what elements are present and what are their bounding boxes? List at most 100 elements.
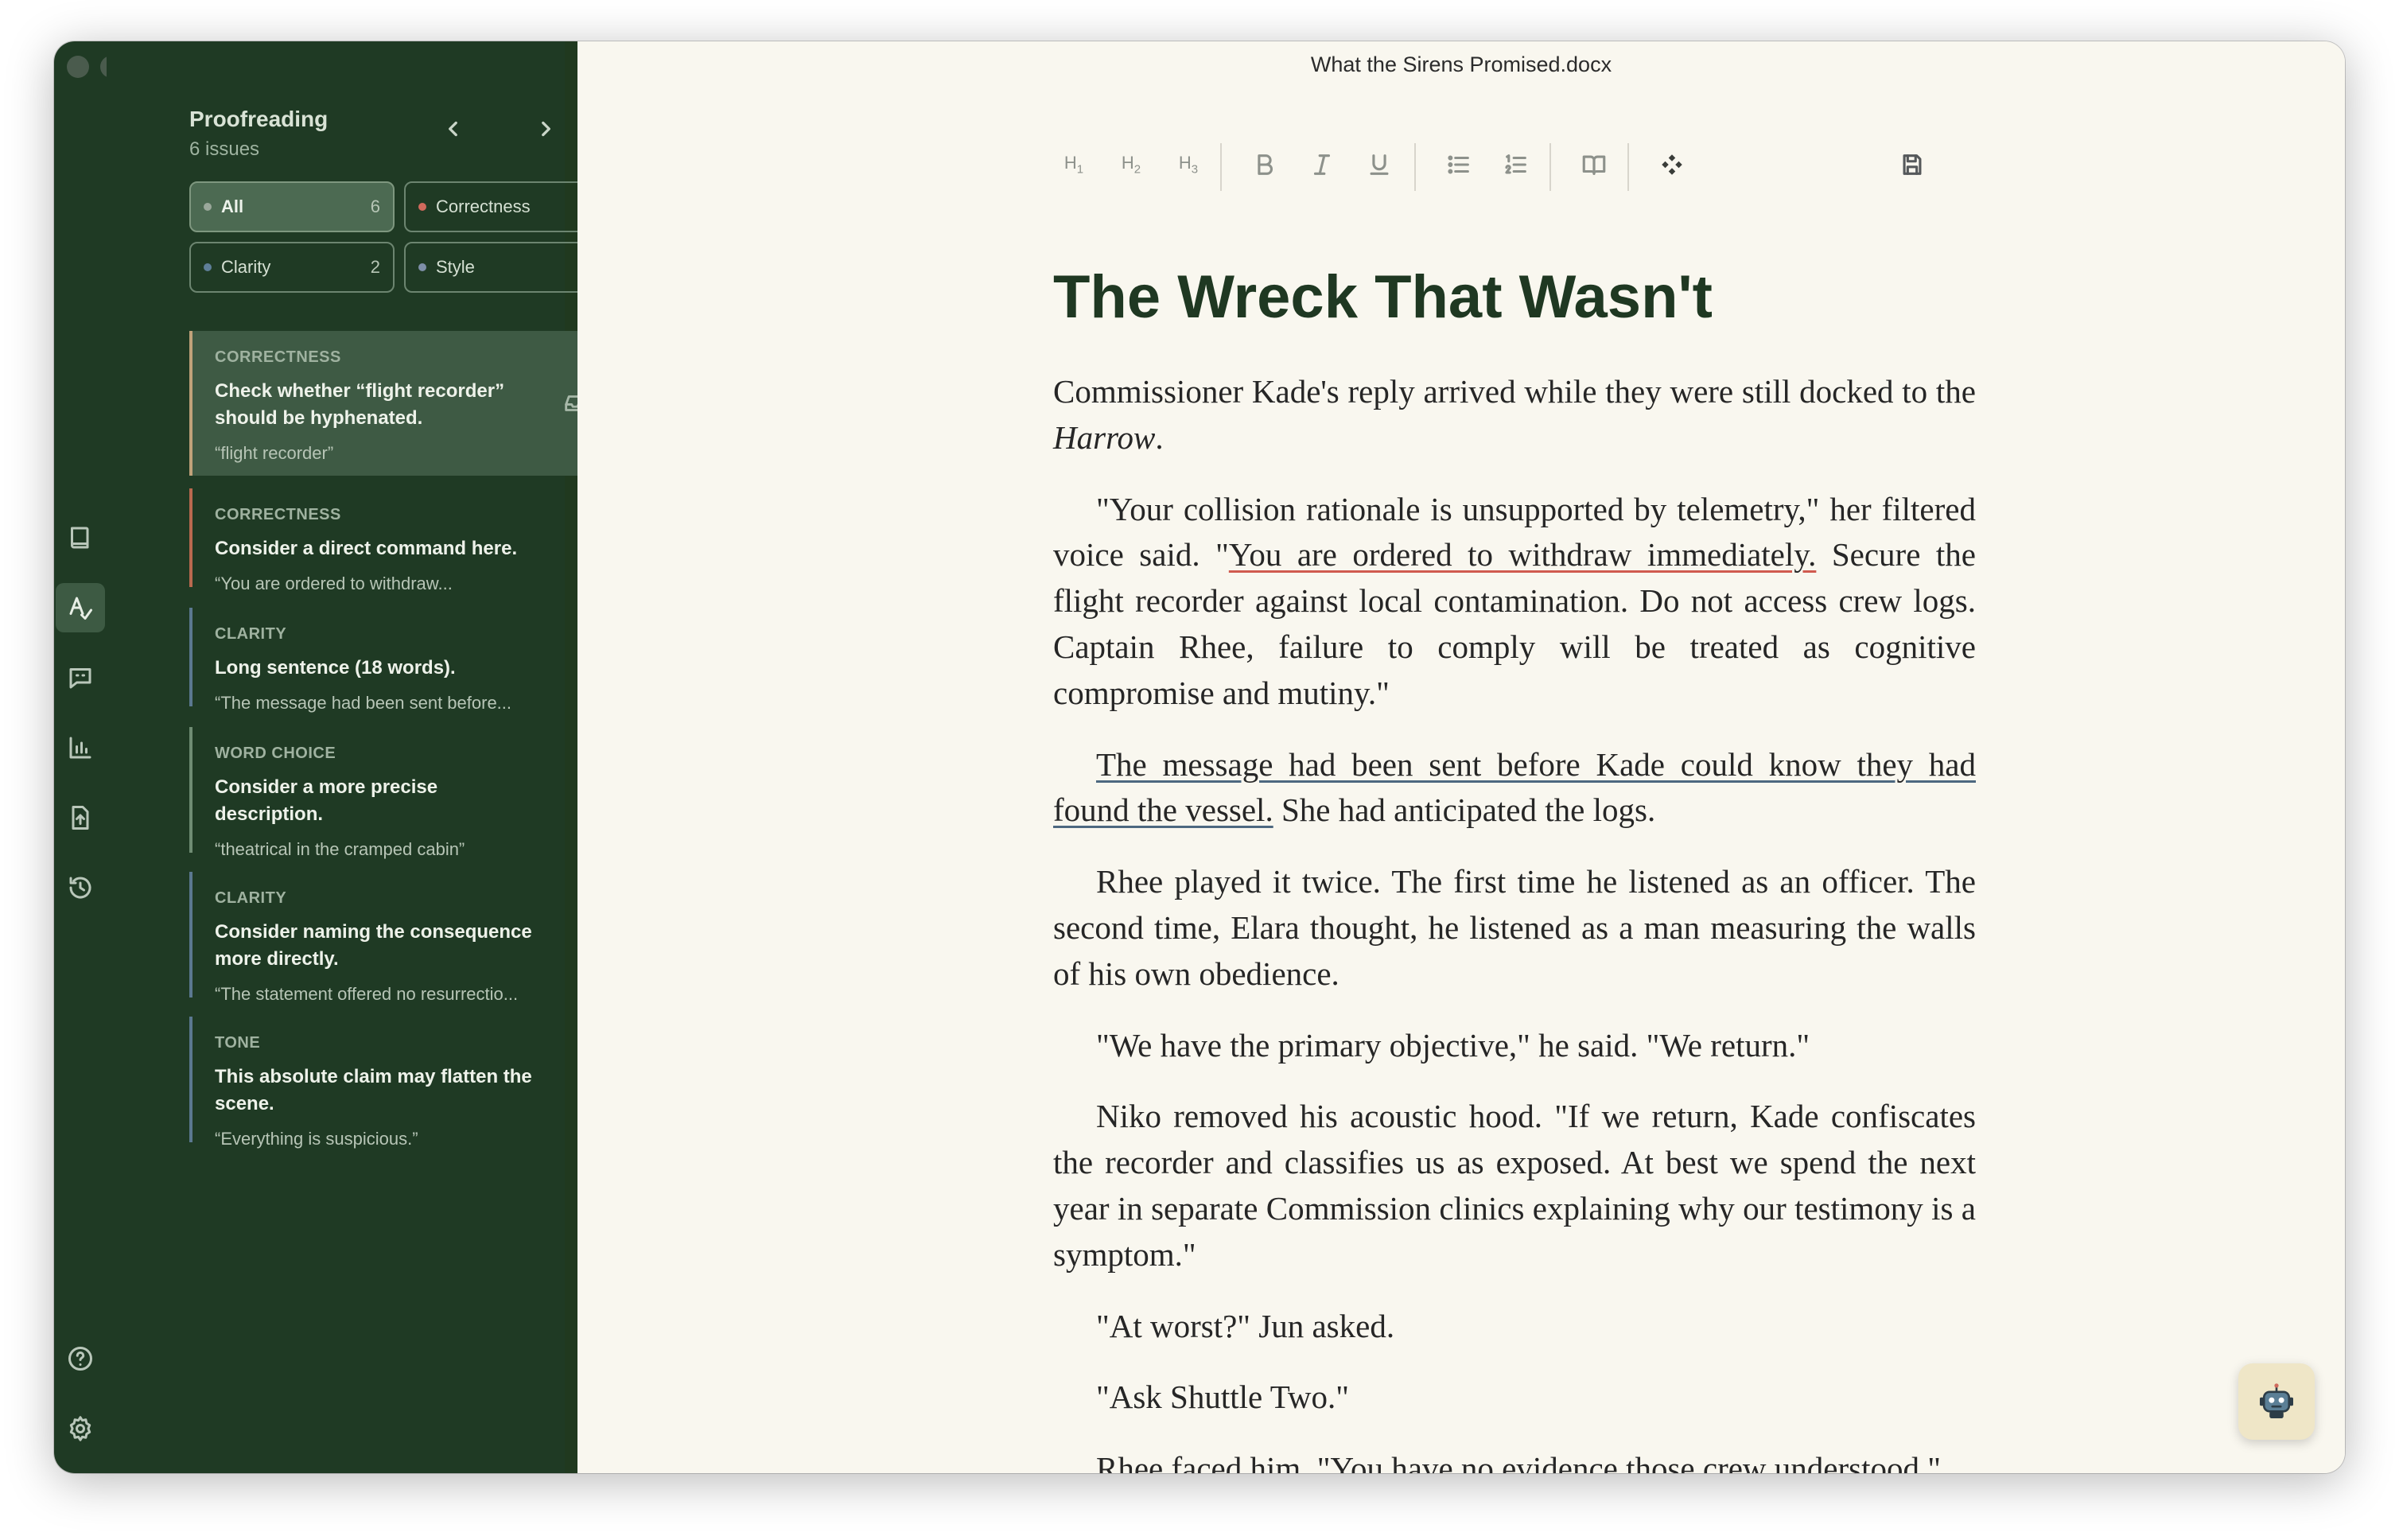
rail-book-button[interactable] — [54, 512, 107, 563]
filter-label: Correctness — [436, 196, 531, 216]
issue-message: This absolute claim may flatten the scen… — [215, 1066, 532, 1114]
filter-count: 6 — [370, 196, 380, 216]
toolbar-divider — [1627, 143, 1629, 191]
ai-assistant-button[interactable] — [2238, 1363, 2315, 1440]
previous-issue-button[interactable] — [437, 113, 469, 145]
rail-history-button[interactable] — [54, 862, 107, 913]
filter-count: 2 — [370, 257, 380, 277]
export-icon — [72, 806, 89, 830]
issue-category: CLARITY — [215, 889, 287, 907]
issue-message: Long sentence (18 words). — [215, 657, 456, 679]
help-icon — [68, 1347, 92, 1371]
rail-comments-button[interactable] — [54, 652, 107, 703]
issue-category: TONE — [215, 1034, 261, 1052]
document-page[interactable]: The Wreck That Wasn't Commissioner Kade'… — [1053, 188, 1976, 1473]
italic-icon — [1313, 154, 1331, 175]
issue-card[interactable]: CLARITY Consider naming the consequence … — [189, 872, 609, 1004]
paragraph: "We have the primary objective," he said… — [1096, 1026, 1810, 1064]
correctness-highlight[interactable]: You are ordered to withdraw immediately. — [1229, 536, 1817, 573]
paragraph: "Your collision rationale is unsupported… — [1053, 487, 1976, 717]
filter-label: Clarity — [221, 257, 271, 277]
proofreading-panel: Proofreading 6 issues All 6 Correctness … — [107, 41, 609, 1473]
h-level: 3 — [1191, 162, 1199, 177]
robot-icon — [2260, 1383, 2293, 1418]
paragraph: Rhee faced him. "You have no evidence th… — [1096, 1450, 1941, 1473]
issue-quote: “flight recorder” — [215, 443, 334, 463]
proofreading-icon — [69, 597, 92, 620]
filter-label: Style — [436, 257, 475, 277]
issue-card[interactable]: CORRECTNESS Check whether “flight record… — [189, 331, 609, 476]
rail-settings-button[interactable] — [54, 1403, 107, 1454]
editor-pane: What the Sirens Promised.docx H1 H2 H3 T… — [577, 41, 2345, 1473]
paragraph: The message had been sent before Kade co… — [1053, 742, 1976, 834]
save-icon — [1903, 154, 1922, 175]
chapter-heading: The Wreck That Wasn't — [1053, 263, 1713, 331]
issue-card[interactable]: WORD CHOICE Consider a more precise desc… — [189, 727, 609, 859]
diamond-icon — [1662, 154, 1682, 175]
numbered-list-icon — [1505, 154, 1526, 174]
comments-icon — [69, 668, 91, 689]
issue-category: CORRECTNESS — [215, 348, 341, 366]
h-level: 2 — [1133, 162, 1141, 177]
history-icon — [69, 877, 91, 899]
issue-message: Consider a direct command here. — [215, 538, 518, 559]
issue-message: Consider a more precise description. — [215, 776, 438, 825]
h-level: 1 — [1076, 162, 1084, 177]
issue-quote: “Everything is suspicious.” — [215, 1129, 418, 1149]
text-run: She had anticipated the logs. — [1273, 791, 1656, 829]
stats-icon — [69, 737, 91, 759]
rail-proofreading-button[interactable] — [54, 582, 107, 633]
issue-quote: “You are ordered to withdraw... — [215, 574, 453, 593]
underline-icon — [1370, 154, 1389, 175]
book-icon — [71, 527, 89, 549]
chevron-left-icon — [449, 121, 457, 137]
rail-help-button[interactable] — [54, 1333, 107, 1384]
next-issue-button[interactable] — [530, 113, 562, 145]
rail-stats-button[interactable] — [54, 722, 107, 773]
paragraph: "At worst?" Jun asked. — [1096, 1307, 1395, 1344]
issue-message: Check whether “flight recorder” should b… — [215, 380, 505, 429]
settings-icon — [69, 1416, 91, 1441]
issue-card[interactable]: CLARITY Long sentence (18 words). “The m… — [189, 608, 609, 713]
document-title: What the Sirens Promised.docx — [1310, 52, 1612, 76]
filter-dot — [418, 263, 426, 271]
close-window-button[interactable] — [67, 56, 89, 78]
filter-clarity[interactable]: Clarity 2 — [189, 242, 395, 293]
bullet-list-icon — [1448, 155, 1469, 174]
italic-text: Harrow — [1053, 418, 1156, 456]
toolbar-divider — [1220, 143, 1222, 191]
toolbar-divider — [1414, 143, 1416, 191]
paragraph: "Ask Shuttle Two." — [1096, 1379, 1350, 1416]
toolbar-divider — [1549, 143, 1551, 191]
issue-card[interactable]: CORRECTNESS Consider a direct command he… — [189, 488, 609, 593]
issue-category: WORD CHOICE — [215, 745, 336, 762]
bold-icon — [1258, 154, 1273, 175]
h-letter: H — [1178, 153, 1192, 173]
issue-message: Consider naming the consequence more dir… — [215, 921, 532, 970]
heading-2-label: H2 — [1122, 153, 1141, 176]
paragraph: Niko removed his acoustic hood. "If we r… — [1053, 1098, 1976, 1273]
text-run: . — [1155, 418, 1164, 456]
panel-title: Proofreading — [189, 107, 329, 131]
heading-3-label: H3 — [1179, 153, 1198, 176]
filter-dot — [204, 203, 212, 211]
paragraph: Commissioner Kade's reply arrived while … — [1053, 369, 1976, 461]
issue-quote: “The statement offered no resurrectio... — [215, 984, 519, 1004]
paragraph: Rhee played it twice. The first time he … — [1053, 863, 1976, 992]
text-run: Commissioner Kade's reply arrived while … — [1053, 373, 1976, 410]
h-letter: H — [1121, 153, 1134, 173]
h-letter: H — [1063, 153, 1077, 173]
icon-rail — [54, 41, 156, 1473]
filter-label: All — [221, 196, 244, 216]
app-window: Proofreading 6 issues All 6 Correctness … — [54, 41, 2345, 1473]
issue-count: 6 issues — [189, 138, 260, 160]
chevron-right-icon — [542, 121, 550, 137]
rail-export-button[interactable] — [54, 792, 107, 843]
filter-all[interactable]: All 6 — [189, 181, 395, 232]
filter-dot — [204, 263, 212, 271]
open-book-icon — [1582, 155, 1606, 175]
issue-quote: “theatrical in the cramped cabin” — [215, 839, 465, 859]
heading-1-label: H1 — [1064, 153, 1083, 176]
issue-category: CORRECTNESS — [215, 506, 341, 523]
issue-card[interactable]: TONE This absolute claim may flatten the… — [189, 1017, 609, 1149]
